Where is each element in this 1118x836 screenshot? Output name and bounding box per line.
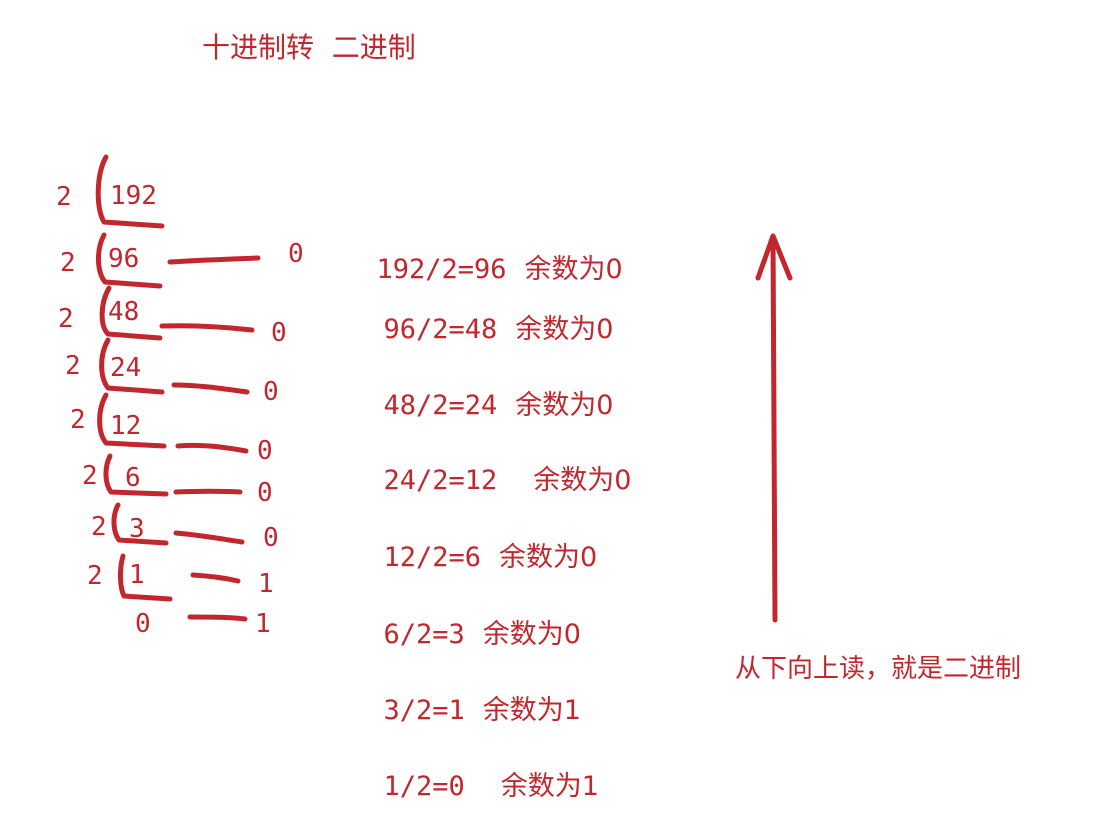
remainder: 0: [257, 436, 273, 466]
equation-expr: 12/2=6: [383, 542, 482, 573]
equation-row: 3/2=1 余数为1: [370, 670, 581, 724]
dash-3: [171, 382, 250, 395]
quotient: 3: [129, 514, 145, 544]
equation-remainder: 余数为1: [500, 771, 599, 802]
up-arrow-icon: [755, 233, 793, 623]
quotient: 1: [129, 560, 145, 590]
equation-expr: 24/2=12: [383, 465, 498, 496]
equation-expr: 6/2=3: [383, 619, 465, 650]
equation-remainder: 余数为0: [533, 465, 632, 496]
divisor: 2: [82, 461, 98, 491]
equation-row: 48/2=24 余数为0: [370, 365, 614, 421]
remainder: 0: [288, 239, 304, 269]
quotient: 96: [108, 244, 140, 274]
remainder: 0: [263, 523, 279, 553]
equation-row: 192/2=96 余数为0: [363, 229, 623, 283]
quotient: 12: [110, 411, 142, 441]
dash-8: [187, 614, 248, 622]
equation-row: 96/2=48 余数为0: [370, 289, 614, 345]
dash-5: [173, 488, 243, 495]
remainder: 0: [257, 478, 273, 508]
read-direction-note: 从下向上读，就是二进制: [735, 654, 1022, 684]
divisor: 2: [60, 248, 76, 278]
quotient: 6: [125, 463, 141, 493]
quotient: 0: [135, 609, 151, 639]
divisor: 2: [56, 182, 72, 212]
divisor: 2: [65, 351, 81, 381]
equation-remainder: 余数为1: [482, 695, 581, 726]
equation-row: 24/2=12 余数为0: [370, 440, 632, 496]
page-title: 十进制转 二进制: [202, 31, 416, 64]
equation-remainder: 余数为0: [515, 390, 614, 421]
equation-expr: 1/2=0: [383, 771, 465, 802]
equation-row: 1/2=0 余数为1: [370, 746, 599, 800]
equation-expr: 192/2=96: [376, 254, 507, 285]
equation-expr: 96/2=48: [383, 314, 498, 345]
equation-expr: 48/2=24: [383, 390, 498, 421]
dash-7: [190, 572, 241, 584]
equation-remainder: 余数为0: [515, 314, 614, 345]
divisor: 2: [58, 304, 74, 334]
remainder: 1: [255, 609, 271, 639]
quotient: 48: [108, 297, 140, 327]
equation-remainder: 余数为0: [524, 254, 623, 285]
equation-remainder: 余数为0: [499, 542, 598, 573]
remainder: 0: [271, 318, 287, 348]
remainder: 1: [258, 569, 274, 599]
divisor: 2: [91, 512, 107, 542]
dash-6: [173, 530, 245, 545]
quotient: 24: [110, 353, 142, 383]
divisor: 2: [70, 405, 86, 435]
equation-row: 12/2=6 余数为0: [370, 517, 598, 573]
equation-remainder: 余数为0: [482, 619, 581, 650]
bracket-1: [118, 553, 173, 602]
dash-4: [175, 442, 249, 454]
divisor: 2: [87, 561, 103, 591]
equation-expr: 3/2=1: [383, 695, 465, 726]
quotient: 192: [110, 181, 157, 211]
dash-1: [167, 255, 261, 265]
remainder: 0: [263, 377, 279, 407]
equation-row: 6/2=3 余数为0: [370, 594, 581, 648]
dash-2: [159, 323, 255, 333]
